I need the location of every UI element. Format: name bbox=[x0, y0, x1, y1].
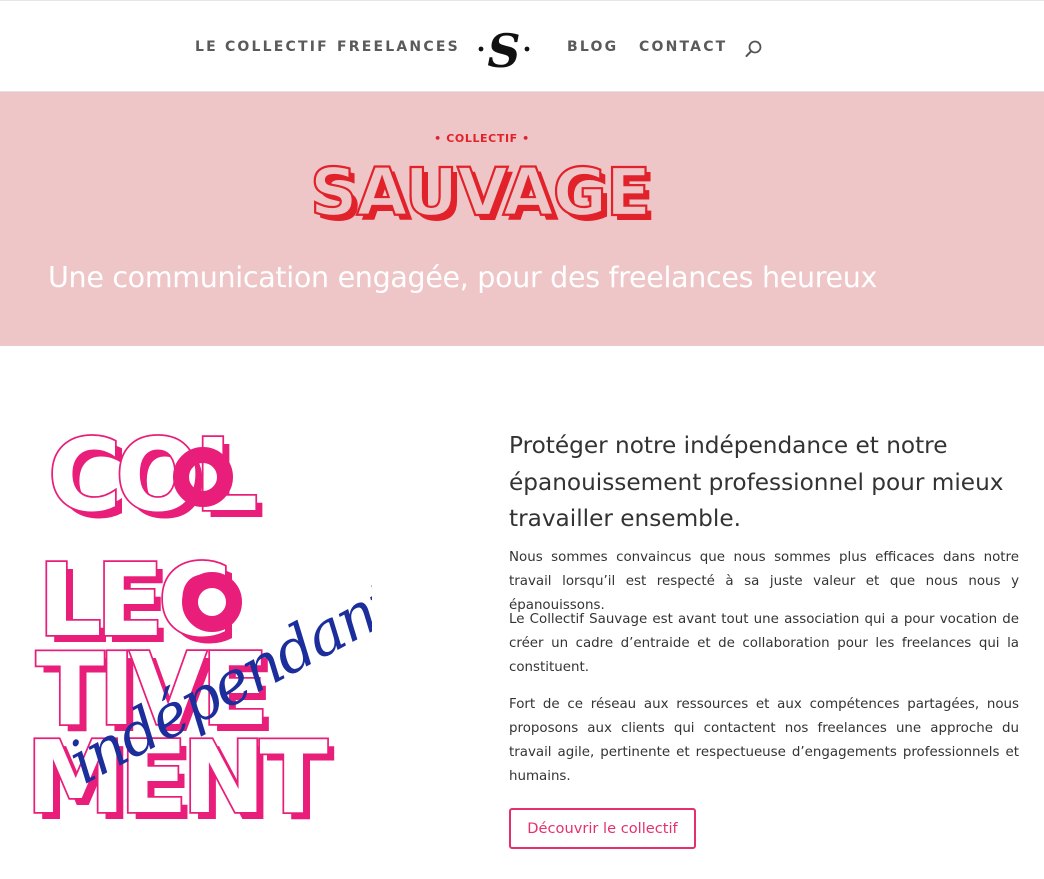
search-icon[interactable] bbox=[744, 39, 764, 59]
paragraph-2: Le Collectif Sauvage est avant tout une … bbox=[509, 612, 1019, 675]
nav-item-blog[interactable]: BLOG bbox=[567, 39, 618, 55]
nav-item-freelances[interactable]: FREELANCES bbox=[337, 39, 460, 55]
collectif-sauvage-logo: • COLLECTIF • SAUVAGE SAUVAGE bbox=[309, 132, 656, 228]
hero-banner: • COLLECTIF • SAUVAGE SAUVAGE Une commun… bbox=[0, 92, 1044, 346]
site-header: LE COLLECTIF FREELANCES S BLOG CONTACT bbox=[0, 0, 1044, 92]
discover-collectif-button[interactable]: Découvrir le collectif bbox=[509, 808, 696, 849]
collectivement-artwork: COL LEC TIVE MENT COL LEC TIVE MENT indé… bbox=[24, 418, 372, 828]
hero-tagline: Une communication engagée, pour des free… bbox=[48, 261, 878, 294]
s-monogram-logo[interactable]: S bbox=[476, 21, 532, 77]
nav-item-le-collectif[interactable]: LE COLLECTIF bbox=[195, 39, 329, 55]
nav-item-contact[interactable]: CONTACT bbox=[639, 39, 727, 55]
svg-text:S: S bbox=[487, 24, 520, 77]
paragraph-3: Fort de ce réseau aux ressources et aux … bbox=[509, 697, 1019, 784]
logo-big-text: SAUVAGE bbox=[310, 154, 650, 228]
section-title: Protéger notre indépendance et notre épa… bbox=[509, 432, 1004, 532]
logo-small-text: • COLLECTIF • bbox=[434, 132, 530, 145]
